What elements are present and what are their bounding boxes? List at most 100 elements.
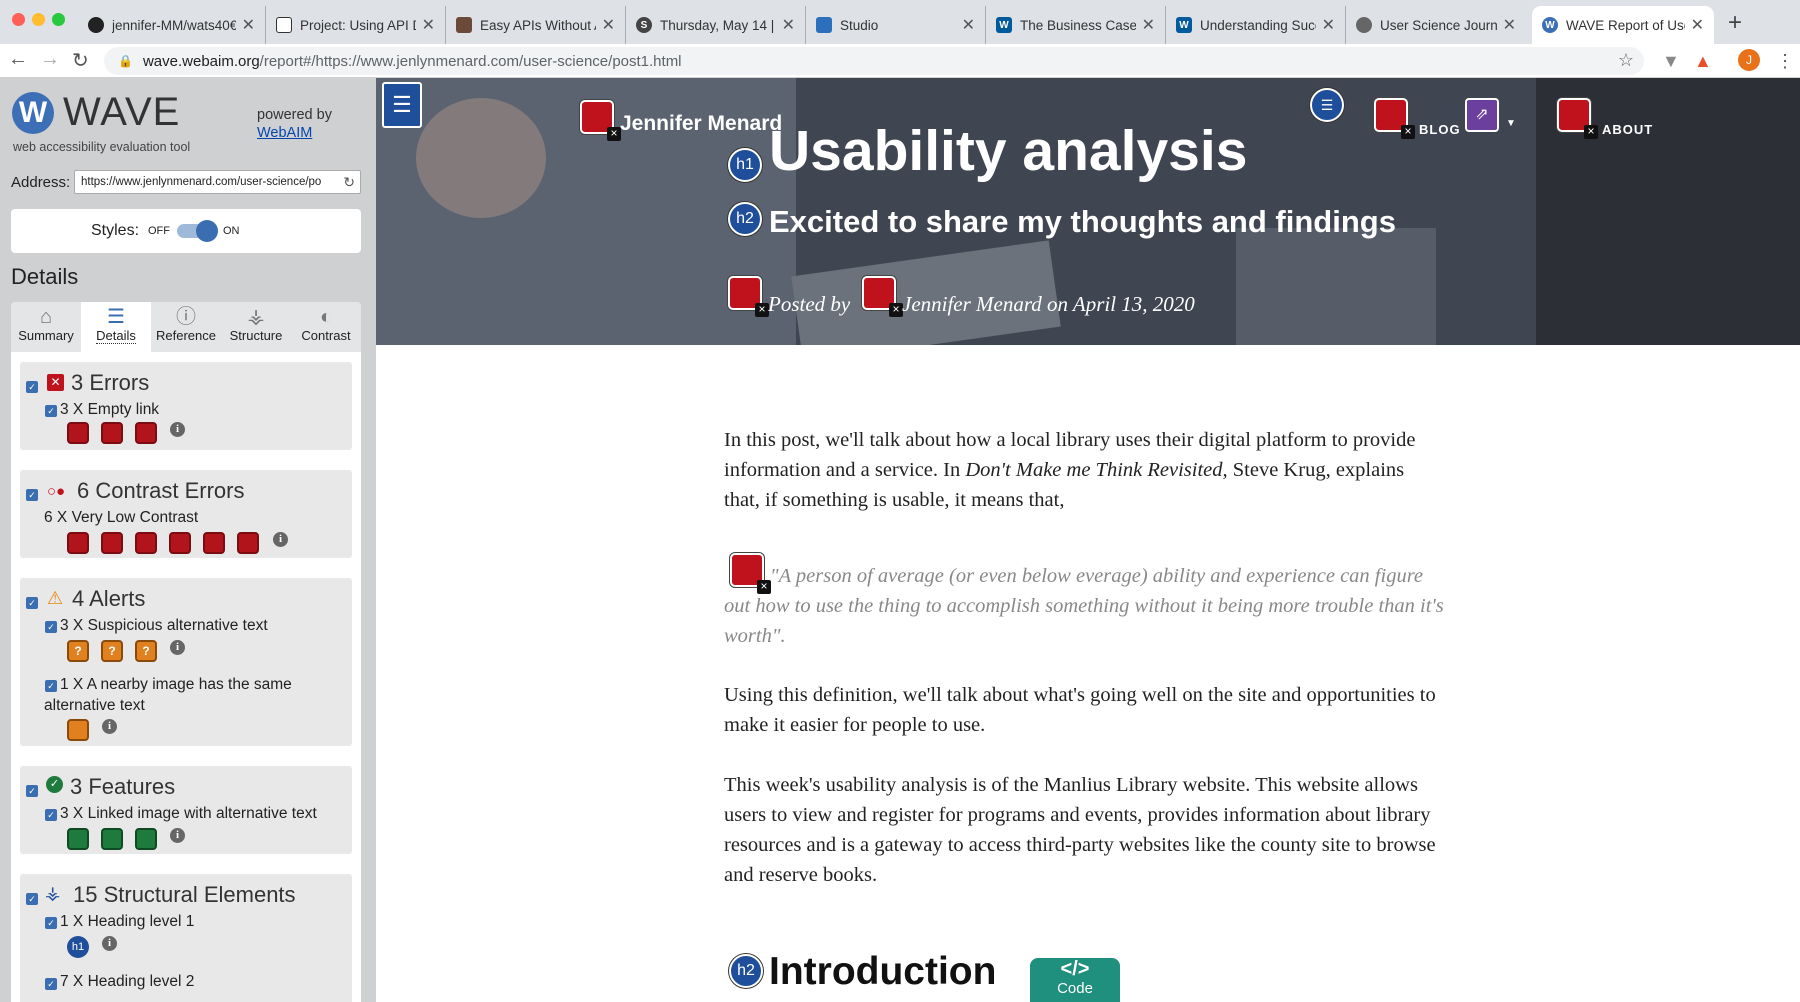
linked-image-icon[interactable] [101,828,123,850]
info-icon[interactable]: i [170,640,185,655]
close-tab-icon[interactable]: ✕ [1503,15,1516,35]
browser-tab-active[interactable]: W WAVE Report of Use ✕ [1532,6,1714,44]
back-arrow-icon[interactable]: ← [8,48,28,71]
empty-link-icon[interactable] [101,422,123,444]
close-tab-icon[interactable]: ✕ [602,15,615,35]
empty-link-error-icon[interactable] [580,100,621,141]
empty-link-checkbox[interactable]: ✓ [45,405,57,417]
heading2-checkbox[interactable]: ✓ [45,978,57,990]
tab-details[interactable]: ☰ Details [81,302,151,352]
tab-reference[interactable]: ⓘ Reference [151,302,221,352]
browser-tab[interactable]: Easy APIs Without Au✕ [446,6,626,44]
contrast-error-icon[interactable] [101,532,123,554]
info-icon[interactable]: i [170,828,185,843]
address-bar[interactable]: 🔒 wave.webaim.org/report#/https://www.je… [104,47,1644,75]
nav-about[interactable]: ABOUT [1602,122,1653,137]
refresh-icon[interactable]: ↻ [343,171,355,193]
close-tab-icon[interactable]: ✕ [1691,15,1704,35]
suspicious-alt-icon[interactable]: ? [67,640,89,662]
browser-tab[interactable]: WUnderstanding Succe✕ [1166,6,1346,44]
h2-badge[interactable]: h2 [729,954,763,988]
h2-badge[interactable]: h2 [728,202,762,236]
close-window-button[interactable] [12,13,25,26]
chevron-down-icon[interactable]: ▼ [1506,118,1516,129]
info-icon[interactable]: i [273,532,288,547]
code-toggle-button[interactable]: </> Code [1030,958,1120,1002]
minimize-window-button[interactable] [32,13,45,26]
reload-icon[interactable]: ↻ [72,48,89,73]
empty-link-error-icon[interactable] [1557,98,1598,139]
redundant-alt-label: 1 X A nearby image has the same [60,676,292,693]
suspicious-alt-label: 3 X Suspicious alternative text [60,617,268,634]
linked-image-icon[interactable] [67,828,89,850]
linked-image-checkbox[interactable]: ✓ [45,809,57,821]
close-tab-icon[interactable]: ✕ [962,15,975,35]
info-icon[interactable]: i [102,719,117,734]
studio-icon [816,17,832,33]
alerts-checkbox[interactable]: ✓ [26,597,38,609]
tab-structure[interactable]: ⚶ Structure [221,302,291,352]
contrast-error-icon[interactable] [135,532,157,554]
tab-summary[interactable]: ⌂ Summary [11,302,81,352]
errors-checkbox[interactable]: ✓ [26,381,38,393]
post-hero: ☰ Jennifer Menard ☰ BLOG ⇗ ▼ ABOUT h1 Us… [376,78,1800,345]
paragraph-analysis: This week's usability analysis is of the… [724,774,1436,886]
close-tab-icon[interactable]: ✕ [782,15,795,35]
page-title: Usability analysis [769,119,1248,183]
heading1-icon[interactable]: h1 [67,936,89,958]
contrast-error-icon[interactable] [67,532,89,554]
profile-avatar[interactable]: J [1738,49,1760,71]
contrast-error-icon[interactable] [728,276,769,317]
code-icon: </> [1060,958,1090,980]
suspicious-alt-icon[interactable]: ? [101,640,123,662]
contrast-error-icon[interactable] [862,276,903,317]
redundant-alt-checkbox[interactable]: ✓ [45,680,57,692]
address-input[interactable]: https://www.jenlynmenard.com/user-scienc… [74,170,361,194]
linked-image-feature-icon[interactable]: ⇗ [1465,98,1499,132]
browser-tab[interactable]: jennifer-MM/wats40€ ✕ [78,6,266,44]
features-checkbox[interactable]: ✓ [26,785,38,797]
browser-tab[interactable]: Studio ✕ [806,6,986,44]
structural-checkbox[interactable]: ✓ [26,893,38,905]
extension-vee-icon[interactable]: ▼ [1662,51,1680,72]
list-icon[interactable]: ☰ [1310,88,1344,122]
linked-image-icon[interactable] [135,828,157,850]
site-name[interactable]: Jennifer Menard [620,112,782,136]
contrast-error-icon[interactable] [203,532,225,554]
styles-toggle-knob[interactable] [196,220,218,242]
webaim-link[interactable]: WebAIM [257,125,312,141]
powered-by: powered by WebAIM [257,107,332,141]
close-tab-icon[interactable]: ✕ [242,15,255,35]
empty-link-label: 3 X Empty link [60,401,160,418]
empty-link-icon[interactable] [67,422,89,444]
contrast-error-icon[interactable] [169,532,191,554]
tab-contrast[interactable]: ◐ Contrast [291,302,361,352]
info-icon[interactable]: i [102,936,117,951]
maximize-window-button[interactable] [52,13,65,26]
contrast-error-icon[interactable] [237,532,259,554]
browser-tab[interactable]: User Science Journa ✕ [1346,6,1526,44]
close-tab-icon[interactable]: ✕ [422,15,435,35]
empty-link-icon[interactable] [135,422,157,444]
contrast-checkbox[interactable]: ✓ [26,489,38,501]
extension-bell-icon[interactable]: ▲ [1694,51,1712,72]
new-tab-button[interactable]: + [1728,9,1742,37]
navigation-menu-icon[interactable]: ☰ [382,82,422,128]
browser-tab[interactable]: Project: Using API De✕ [266,6,446,44]
forward-arrow-icon[interactable]: → [40,48,60,71]
bookmark-star-icon[interactable]: ☆ [1618,50,1634,71]
close-tab-icon[interactable]: ✕ [1142,15,1155,35]
heading1-checkbox[interactable]: ✓ [45,917,57,929]
close-tab-icon[interactable]: ✕ [1322,15,1335,35]
kebab-menu-icon[interactable]: ⋮ [1776,51,1794,72]
browser-tab[interactable]: S Thursday, May 14 | S ✕ [626,6,806,44]
nav-blog[interactable]: BLOG [1419,122,1461,137]
empty-link-error-icon[interactable] [1374,98,1415,139]
info-icon[interactable]: i [170,422,185,437]
suspicious-alt-icon[interactable]: ? [135,640,157,662]
redundant-alt-icon[interactable] [67,719,89,741]
browser-tab[interactable]: WThe Business Case fo✕ [986,6,1166,44]
h1-badge[interactable]: h1 [728,148,762,182]
suspicious-alt-checkbox[interactable]: ✓ [45,621,57,633]
contrast-card: ✓ ○● 6 Contrast Errors 6 X Very Low Cont… [20,470,352,558]
